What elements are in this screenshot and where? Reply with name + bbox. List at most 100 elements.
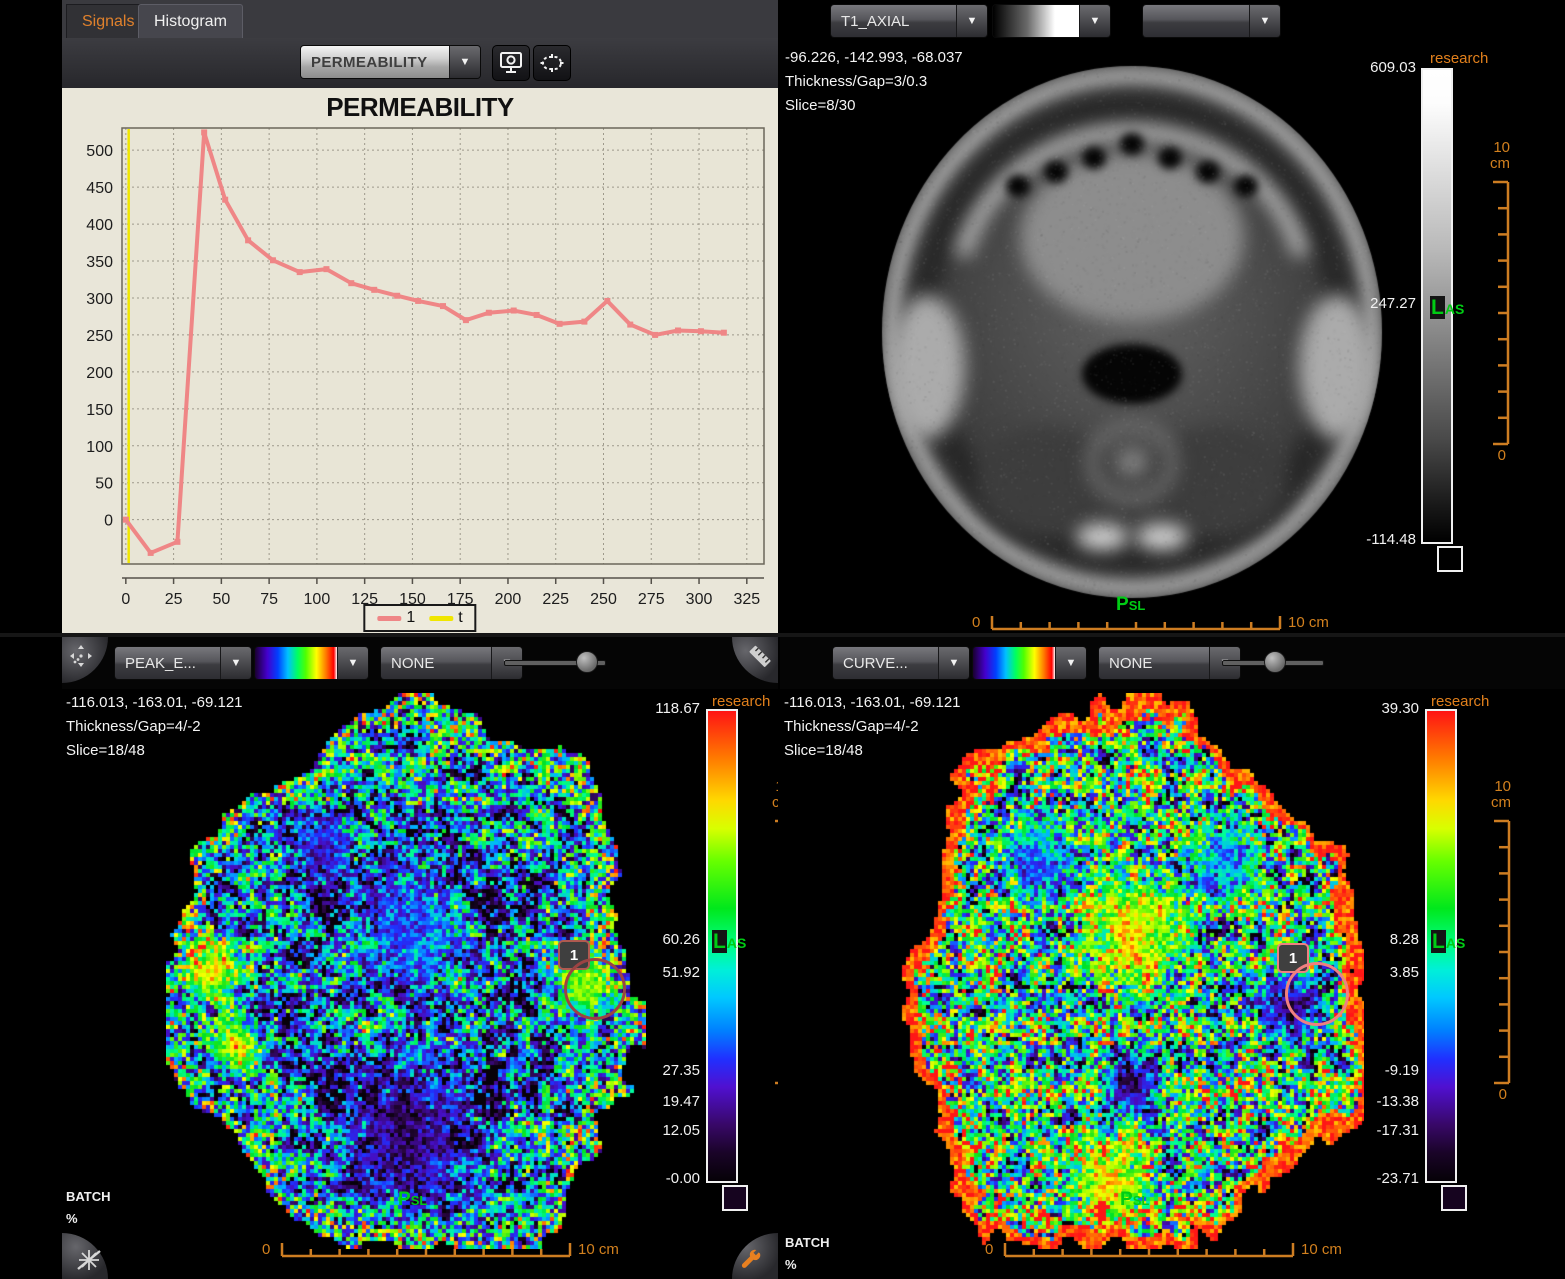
overlay-select[interactable]: ▼ (1142, 4, 1281, 38)
colormap-select[interactable]: ▼ (254, 646, 369, 680)
overlay-select[interactable]: NONE ▼ (1098, 646, 1241, 680)
curve-map-viewport: CURVE... ▼ ▼ NONE ▼ -116.013, -163.01, -… (780, 637, 1565, 1279)
colorbar-min-swatch (1437, 546, 1463, 572)
roi-select-button[interactable] (533, 45, 571, 81)
pan-tool-button[interactable] (62, 637, 108, 683)
colormap-select[interactable]: ▼ (992, 4, 1111, 38)
x-tick-label: 200 (495, 591, 522, 608)
research-label: research (1430, 50, 1488, 67)
orientation-label-las: LAS (1431, 930, 1465, 954)
legend-label: t (458, 609, 462, 627)
vertical-scale-ruler: 10 cm 0 (750, 779, 778, 1119)
map-select[interactable]: PEAK_E... ▼ (114, 646, 252, 680)
batch-label: BATCH (785, 1235, 830, 1250)
colorbar-min-swatch (722, 1185, 748, 1211)
screenshot-button[interactable] (492, 45, 530, 81)
x-tick-label: 325 (733, 591, 760, 608)
y-tick-label: 350 (86, 254, 113, 271)
thickness-gap: Thickness/Gap=4/-2 (66, 715, 243, 739)
colorbar-value: 3.85 (1390, 964, 1419, 981)
horizontal-scale-ruler: 0 10 cm (985, 1239, 1355, 1263)
grayscale-colormap-swatch[interactable] (993, 5, 1079, 37)
colorbar-min-swatch (1441, 1185, 1467, 1211)
chevron-down-icon[interactable]: ▼ (1079, 5, 1110, 37)
chevron-down-icon[interactable]: ▼ (1249, 5, 1280, 37)
empty-option[interactable] (1143, 5, 1249, 37)
ruler-icon (744, 641, 774, 671)
colorbar-value: -0.00 (666, 1170, 700, 1187)
chevron-down-icon[interactable]: ▼ (449, 46, 480, 78)
measure-tool-button[interactable] (732, 637, 778, 683)
opacity-slider[interactable] (504, 646, 604, 678)
peak-enhancement-viewport: PEAK_E... ▼ ▼ NONE ▼ -116.013, -163.01, … (62, 637, 778, 1279)
slider-thumb[interactable] (1264, 651, 1286, 673)
roi-circle-1[interactable] (1285, 962, 1349, 1026)
orientation-label-las: LAS (712, 930, 746, 954)
colorbar-value: 39.30 (1381, 700, 1419, 717)
x-tick-label: 50 (212, 591, 230, 608)
horizontal-scale-ruler: 0 10 cm (262, 1239, 632, 1263)
chevron-down-icon[interactable]: ▼ (220, 647, 251, 679)
rainbow-colormap-swatch[interactable] (255, 647, 337, 679)
y-tick-label: 100 (86, 439, 113, 456)
opacity-slider[interactable] (1222, 646, 1322, 678)
chevron-down-icon[interactable]: ▼ (956, 5, 987, 37)
colorbar-labels: 39.308.283.85-9.19-13.38-17.31-23.71 (1321, 709, 1419, 1179)
batch-label: BATCH (66, 1189, 111, 1204)
chart-title: PERMEABILITY (62, 92, 778, 123)
x-tick-label: 275 (638, 591, 665, 608)
colorbar-value: 51.92 (662, 964, 700, 981)
slice-info: -96.226, -142.993, -68.037 Thickness/Gap… (785, 46, 963, 118)
overlay-select[interactable]: NONE ▼ (380, 646, 523, 680)
map-select[interactable]: CURVE... ▼ (832, 646, 970, 680)
colorbar-value: 19.47 (662, 1093, 700, 1110)
legend-swatch (429, 616, 453, 621)
map-type-select[interactable]: PERMEABILITY ▼ (300, 45, 481, 79)
x-tick-label: 225 (542, 591, 569, 608)
chevron-down-icon[interactable]: ▼ (938, 647, 969, 679)
chevron-down-icon[interactable]: ▼ (1055, 647, 1086, 679)
disable-link-button[interactable] (62, 1233, 108, 1279)
horizontal-scale-ruler: 0 10 cm (972, 612, 1342, 633)
colorbar-value: 60.26 (662, 931, 700, 948)
x-tick-label: 0 (121, 591, 130, 608)
colorbar-value: -9.19 (1385, 1062, 1419, 1079)
colormap-select[interactable]: ▼ (972, 646, 1087, 680)
y-tick-label: 300 (86, 291, 113, 308)
roi-circle-1[interactable] (564, 958, 626, 1020)
chart-legend: 1t (363, 604, 476, 632)
slider-thumb[interactable] (576, 651, 598, 673)
slice-info: -116.013, -163.01, -69.121 Thickness/Gap… (66, 691, 243, 763)
chart-toolbar: PERMEABILITY ▼ (62, 38, 778, 89)
x-tick-label: 250 (590, 591, 617, 608)
rainbow-colormap-swatch[interactable] (973, 647, 1055, 679)
settings-tool-button[interactable] (732, 1233, 778, 1279)
orientation-label-psl: PSL (1120, 1189, 1149, 1211)
batch-unit: % (785, 1257, 797, 1272)
colorbar-value: 27.35 (662, 1062, 700, 1079)
batch-unit: % (66, 1211, 78, 1226)
legend-item: t (429, 609, 462, 627)
cursor-coordinates: -116.013, -163.01, -69.121 (784, 691, 961, 715)
y-tick-label: 450 (86, 180, 113, 197)
colorbar-value: -114.48 (1366, 531, 1416, 548)
y-tick-label: 150 (86, 402, 113, 419)
tab-bar: Signals Histogram (62, 0, 778, 39)
tab-histogram[interactable]: Histogram (138, 4, 243, 38)
chart-area[interactable]: PERMEABILITY 050100150200250300350400450… (62, 88, 778, 633)
permeability-chart[interactable]: 0501001502002503003504004505000255075100… (62, 124, 778, 610)
chevron-down-icon[interactable]: ▼ (337, 647, 368, 679)
legend-swatch (377, 616, 401, 621)
colorbar-value: -17.31 (1376, 1122, 1419, 1139)
y-tick-label: 500 (86, 143, 113, 160)
cursor-coordinates: -96.226, -142.993, -68.037 (785, 46, 963, 70)
sequence-select[interactable]: T1_AXIAL ▼ (830, 4, 988, 38)
colorbar-labels: 118.6760.2651.9227.3519.4712.05-0.00 (602, 709, 700, 1179)
x-tick-label: 25 (165, 591, 183, 608)
colorbar-value: 8.28 (1390, 931, 1419, 948)
colorbar-value: 247.27 (1370, 295, 1416, 312)
thickness-gap: Thickness/Gap=4/-2 (784, 715, 961, 739)
colorbar-value: 609.03 (1370, 59, 1416, 76)
orientation-label-las: LAS (1430, 296, 1464, 320)
colorbar-value: 12.05 (662, 1122, 700, 1139)
